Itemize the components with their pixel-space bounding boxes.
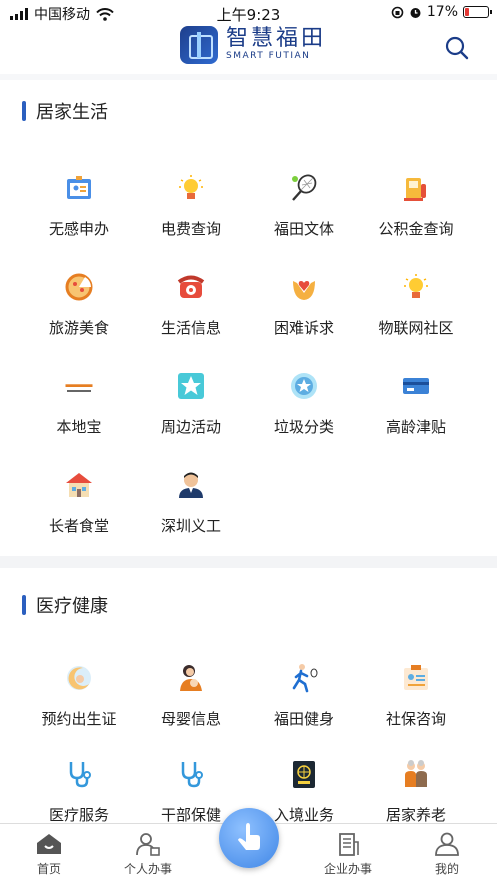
stethoscope-icon [181, 762, 203, 788]
service-label: 电费查询 [160, 220, 221, 238]
alarm-icon [410, 7, 421, 18]
lightbulb-icon [404, 274, 428, 298]
service-item[interactable]: 医疗服务 [24, 758, 134, 823]
service-label: 长者食堂 [48, 517, 109, 535]
user-icon [435, 832, 459, 856]
app-name-cn: 智慧福田 [226, 26, 327, 51]
app-logo: 智慧福田 SMART FUTIAN [180, 26, 326, 64]
service-label: 预约出生证 [41, 710, 117, 728]
service-label: 社保咨询 [385, 710, 446, 728]
logo-icon [180, 26, 218, 64]
service-label: 医疗服务 [48, 806, 109, 823]
service-label: 福田文体 [273, 220, 334, 238]
tab-enterprise[interactable]: 企业办事 [308, 824, 388, 877]
elderly-couple-icon [405, 760, 427, 787]
status-bar: 中国移动 上午9:23 17% [0, 0, 497, 26]
service-label: 公积金查询 [378, 220, 454, 238]
app-header: 智慧福田 SMART FUTIAN [0, 26, 497, 74]
service-item[interactable]: 生活信息 [136, 271, 246, 338]
building-icon [339, 833, 359, 856]
service-item[interactable]: 电费查询 [136, 172, 246, 239]
stethoscope-icon [69, 762, 91, 788]
service-label: 居家养老 [385, 806, 446, 823]
service-item[interactable]: 长者食堂 [24, 469, 134, 536]
service-item[interactable]: 社保咨询 [361, 662, 471, 729]
battery-percent: 17% [426, 4, 458, 20]
clipboard-icon [404, 665, 428, 690]
svg-text:▬▬▬: ▬▬▬ [66, 379, 93, 389]
person-edit-icon [136, 833, 160, 856]
house-icon [66, 473, 92, 497]
tab-mine[interactable]: 我的 [407, 824, 487, 877]
service-item[interactable]: 深圳义工 [136, 469, 246, 536]
service-label: 深圳义工 [160, 517, 221, 535]
tab-label: 我的 [434, 862, 459, 876]
baby-moon-icon [67, 666, 91, 690]
service-label: 无感申办 [48, 220, 109, 238]
mother-baby-icon [180, 665, 202, 691]
service-item[interactable]: 垃圾分类 [249, 370, 359, 437]
section-health: 医疗健康 预约出生证 母婴信息 福田健身 社保咨询 医疗服务 干部保健 入境业务 居家养老 [0, 568, 497, 823]
service-item[interactable]: 福田文体 [249, 172, 359, 239]
tennis-racket-icon [292, 174, 317, 201]
service-item[interactable]: 福田健身 [249, 662, 359, 729]
service-label: 本地宝 [56, 418, 102, 436]
service-item[interactable]: 周边活动 [136, 370, 246, 437]
tap-hand-icon [238, 823, 260, 850]
service-item[interactable]: 旅游美食 [24, 271, 134, 338]
tab-label: 个人办事 [123, 862, 172, 876]
service-label: 高龄津贴 [385, 418, 446, 436]
fuel-pump-icon [404, 178, 426, 201]
service-label: 福田健身 [273, 710, 334, 728]
service-item[interactable]: 预约出生证 [24, 662, 134, 729]
service-item[interactable]: 母婴信息 [136, 662, 246, 729]
telephone-icon [177, 275, 205, 298]
service-item[interactable]: 公积金查询 [361, 172, 471, 239]
section-home-life: 居家生活 无感申办 电费查询 福田文体 公积金查询旅游美食 生活信息 困难诉求 物联网社区 ▬… [0, 80, 497, 556]
tab-label: 首页 [36, 862, 61, 876]
search-icon[interactable] [445, 36, 469, 60]
service-label: 物联网社区 [378, 319, 454, 337]
runner-icon [292, 664, 318, 693]
heart-hands-icon [293, 281, 315, 300]
tab-personal[interactable]: 个人办事 [108, 824, 188, 877]
service-label: 旅游美食 [48, 319, 109, 337]
id-card-icon [67, 176, 91, 199]
bendibao-logo-icon: ▬▬▬ [66, 379, 93, 392]
quick-service-button[interactable] [219, 808, 279, 868]
service-label: 垃圾分类 [273, 418, 334, 436]
volunteer-person-icon [179, 472, 203, 498]
orientation-lock-icon [391, 6, 404, 18]
service-item[interactable]: 物联网社区 [361, 271, 471, 338]
service-label: 母婴信息 [160, 710, 221, 728]
service-item[interactable]: 困难诉求 [249, 271, 359, 338]
lightbulb-icon [179, 175, 203, 199]
service-item[interactable]: ▬▬▬ 本地宝 [24, 370, 134, 437]
service-item[interactable]: 居家养老 [361, 758, 471, 823]
tab-home[interactable]: 首页 [9, 824, 89, 877]
battery-icon [463, 6, 492, 18]
service-label: 困难诉求 [273, 319, 334, 337]
service-label: 生活信息 [160, 319, 221, 337]
home-icon [37, 834, 61, 854]
service-label: 周边活动 [160, 418, 221, 436]
pizza-icon [65, 273, 93, 301]
star-box-icon [178, 373, 204, 399]
service-item[interactable]: 无感申办 [24, 172, 134, 239]
star-circle-icon [291, 373, 317, 399]
service-item[interactable]: 高龄津贴 [361, 370, 471, 437]
tab-label: 企业办事 [323, 862, 372, 876]
passport-icon [293, 761, 315, 788]
bank-card-icon [403, 378, 429, 394]
section-title: 居家生活 [36, 102, 108, 123]
app-name-en: SMART FUTIAN [226, 51, 311, 61]
section-title: 医疗健康 [36, 596, 108, 617]
